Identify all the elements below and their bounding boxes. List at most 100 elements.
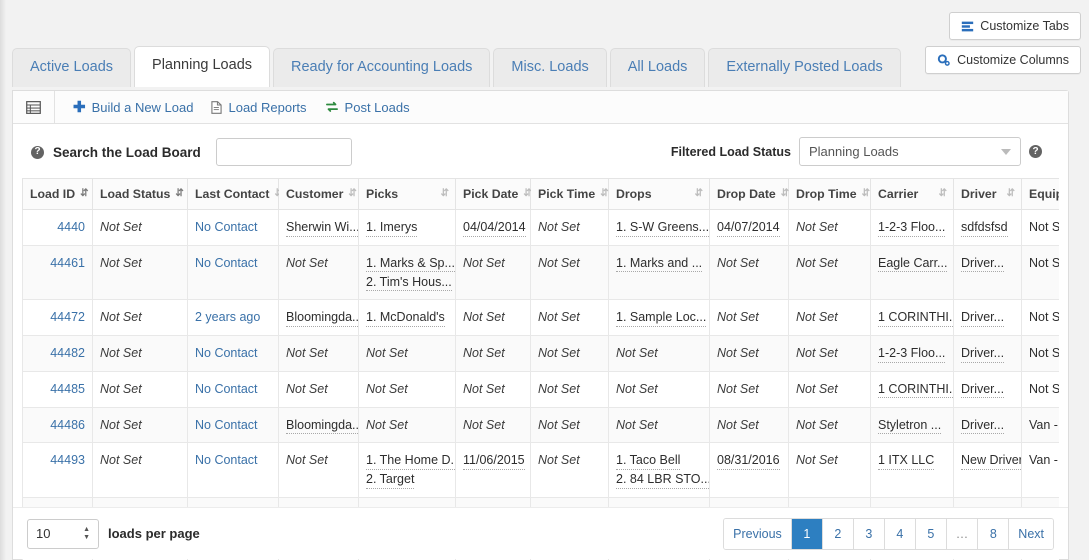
pagination-next[interactable]: Next <box>1009 518 1053 549</box>
search-label: Search the Load Board <box>53 144 201 160</box>
col-header-load-id[interactable]: Load ID ⇵ <box>22 178 93 210</box>
cell-customer: Bloomingda... <box>278 406 359 444</box>
tab-ready-for-accounting-loads[interactable]: Ready for Accounting Loads <box>273 48 491 87</box>
col-header-driver[interactable]: Driver ⇵ <box>953 178 1022 210</box>
cell-last-contact[interactable]: No Contact <box>187 244 279 301</box>
cell-load-status: Not Set <box>92 442 188 498</box>
cell-customer-text: Not Set <box>286 453 328 468</box>
cell-customer-text: Not Set <box>286 381 328 396</box>
tab-all-loads[interactable]: All Loads <box>609 48 706 87</box>
cell-pick-time: Not Set <box>530 406 609 444</box>
filter-help-icon[interactable]: ? <box>1029 145 1042 158</box>
cell-last-contact[interactable]: No Contact <box>187 335 279 372</box>
cell-load-id-text: 44493 <box>50 453 85 468</box>
col-header-carrier[interactable]: Carrier ⇵ <box>870 178 954 210</box>
post-loads-button[interactable]: Post Loads <box>325 100 410 115</box>
pagination-5[interactable]: 5 <box>915 518 947 549</box>
cell-customer: Not Set <box>278 442 359 498</box>
cell-driver-text: Driver... <box>961 310 1005 327</box>
col-header-picks[interactable]: Picks ⇵ <box>358 178 456 210</box>
tab-active-loads[interactable]: Active Loads <box>12 48 132 87</box>
cell-load-id[interactable]: 44485 <box>22 370 93 408</box>
search-input[interactable] <box>215 138 352 166</box>
filtered-load-status-label: Filtered Load Status <box>670 144 791 159</box>
cell-drops: 1. Marks and ... <box>608 244 710 301</box>
pagination-3[interactable]: 3 <box>853 518 885 549</box>
cell-load-id[interactable]: 44461 <box>22 244 93 301</box>
pagination-previous[interactable]: Previous <box>724 518 792 549</box>
load-reports-button[interactable]: Load Reports <box>211 100 307 115</box>
cell-last-contact[interactable]: No Contact <box>187 209 279 246</box>
chevron-down-icon <box>1001 148 1011 155</box>
question-mark-icon[interactable]: ? <box>31 145 44 159</box>
cell-last-contact[interactable]: No Contact <box>187 406 279 444</box>
cell-drop-date-text: Not Set <box>717 310 759 325</box>
cell-load-id[interactable]: 4440 <box>22 209 93 246</box>
tab-planning-loads[interactable]: Planning Loads <box>134 46 271 87</box>
cell-drops-text: Not Set <box>616 417 658 432</box>
loads-per-page-stepper[interactable]: 10 ▲ ▼ <box>27 518 99 549</box>
pagination-2[interactable]: 2 <box>822 518 854 549</box>
cell-carrier: 1 ITX LLC <box>870 442 954 498</box>
pagination-4[interactable]: 4 <box>884 518 916 549</box>
cell-load-id[interactable]: 44493 <box>22 442 93 498</box>
cell-drop-time: Not Set <box>788 370 871 408</box>
table-row[interactable]: 4440 Not Set No Contact Sherwin Wi... 1. Ime… <box>22 209 1059 246</box>
cell-last-contact[interactable]: 2 years ago <box>187 299 279 336</box>
panel-toolbar: ✚ Build a New Load Load Reports Post Loa… <box>13 90 1068 124</box>
cell-picks-text: 1. McDonald's <box>366 310 445 327</box>
cell-pick-date-text: Not Set <box>463 346 505 360</box>
col-header-pick-time[interactable]: Pick Time ⇵ <box>530 178 609 210</box>
table-row[interactable]: 44485 Not Set No Contact Not Set Not Set Not … <box>22 370 1059 408</box>
cell-customer: Not Set <box>278 335 359 372</box>
cell-load-id[interactable]: 44486 <box>22 406 93 444</box>
col-header-customer[interactable]: Customer ⇵ <box>278 178 359 210</box>
cell-carrier: 1-2-3 Floo... <box>870 209 954 246</box>
tab-misc-loads[interactable]: Misc. Loads <box>493 48 607 87</box>
col-header-pick-date[interactable]: Pick Date ⇵ <box>455 178 532 210</box>
cell-customer-text: Not Set <box>286 346 328 360</box>
tab-label: Externally Posted Loads <box>726 59 883 75</box>
table-row[interactable]: 44493 Not Set No Contact Not Set 1. The Home… <box>22 442 1059 498</box>
table-row[interactable]: 44482 Not Set No Contact Not Set Not Set Not … <box>22 335 1059 372</box>
pagination-8[interactable]: 8 <box>978 518 1010 549</box>
tab-externally-posted-loads[interactable]: Externally Posted Loads <box>708 48 901 87</box>
table-row[interactable]: 44461 Not Set No Contact Not Set 1. Marks & … <box>22 244 1059 301</box>
stepper-arrows-icon[interactable]: ▲ ▼ <box>83 526 90 541</box>
cell-customer-text: Not Set <box>286 255 328 270</box>
col-header-drops[interactable]: Drops ⇵ <box>608 178 710 210</box>
pagination: Previous 1 2 3 4 5… 8 Next <box>723 517 1054 550</box>
cell-pick-date: Not Set <box>455 335 531 372</box>
col-header-equipment[interactable]: Equipm⇵ <box>1021 178 1059 210</box>
repost-icon <box>325 101 339 113</box>
loads-per-page-label: loads per page <box>108 526 200 541</box>
cell-last-contact[interactable]: No Contact <box>187 370 279 408</box>
cell-driver-text: Driver... <box>961 418 1005 435</box>
sort-icon: ⇵ <box>938 188 947 199</box>
cell-load-id[interactable]: 44472 <box>22 299 93 336</box>
col-header-drop-date[interactable]: Drop Date ⇵ <box>709 178 789 210</box>
load-table-scroll-container[interactable]: Load ID⇵ Load Status⇵ Last Contact⇵ Cust… <box>22 178 1059 560</box>
customize-columns-button[interactable]: Customize Columns <box>925 46 1081 74</box>
cell-drop-date: Not Set <box>709 406 789 444</box>
build-a-new-load-button[interactable]: ✚ Build a New Load <box>73 100 193 115</box>
pagination-1[interactable]: 1 <box>791 518 823 549</box>
col-label: Drop Time <box>796 187 857 201</box>
customize-tabs-button[interactable]: Customize Tabs <box>949 12 1081 40</box>
sort-icon: ⇵ <box>600 188 608 199</box>
col-header-last-contact[interactable]: Last Contact⇵ <box>187 178 283 210</box>
cell-picks-text: 1. The Home D... <box>366 453 455 470</box>
filtered-load-status-select[interactable]: Planning Loads <box>799 137 1021 166</box>
cell-customer: Not Set <box>278 370 359 408</box>
cell-customer: Sherwin Wi... <box>278 209 359 246</box>
cell-equipment: Not Se <box>1021 299 1059 336</box>
table-row[interactable]: 44472 Not Set 2 years ago Bloomingda... 1. M… <box>22 299 1059 336</box>
cell-last-contact[interactable]: No Contact <box>187 442 279 498</box>
cell-pick-date-text: 04/04/2014 <box>463 220 526 237</box>
col-header-load-status[interactable]: Load Status ⇵ <box>92 178 188 210</box>
col-header-drop-time[interactable]: Drop Time ⇵ <box>788 178 871 210</box>
cell-load-id[interactable]: 44482 <box>22 335 93 372</box>
grid-view-button[interactable] <box>13 90 55 124</box>
table-row[interactable]: 44486 Not Set No Contact Bloomingda... Not S… <box>22 406 1059 444</box>
cell-drop-date: Not Set <box>709 299 789 336</box>
